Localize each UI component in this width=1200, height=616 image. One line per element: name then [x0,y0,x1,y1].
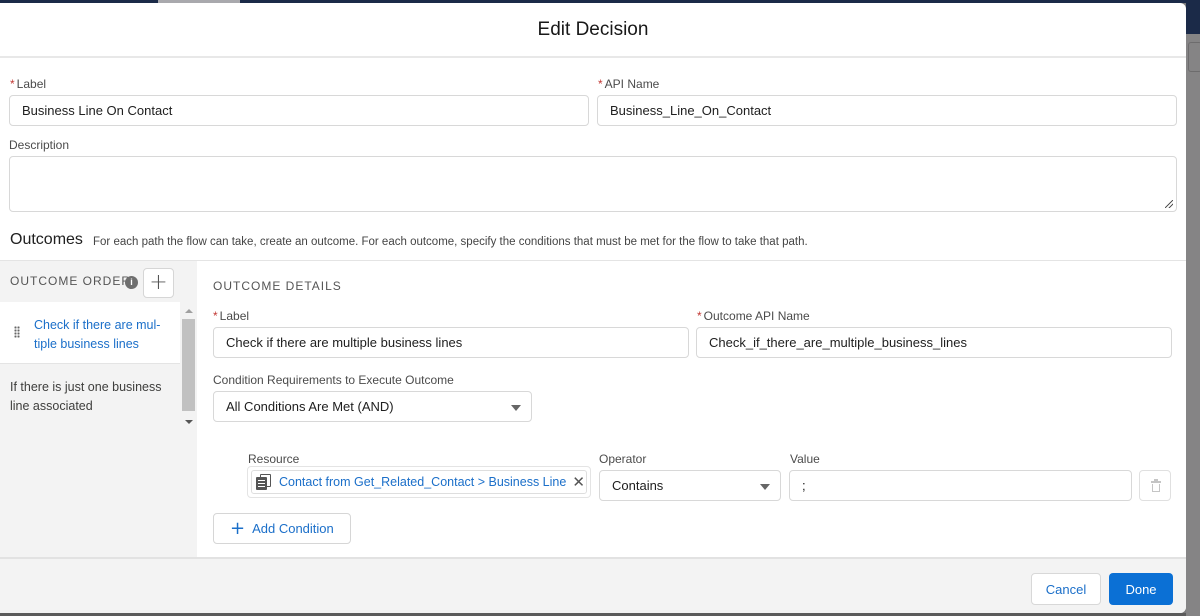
outcome-label-field-label: * Label [213,309,249,323]
outcome-label-text: Label [219,309,250,323]
outcome-order-sidebar: OUTCOME ORDER i + Check if there are mul… [0,261,197,558]
chevron-down-icon [760,483,770,490]
outcomes-panel: OUTCOME ORDER i + Check if there are mul… [0,260,1186,558]
description-textarea[interactable] [9,156,1177,212]
cancel-button[interactable]: Cancel [1031,573,1101,605]
condition-requirements-label: Condition Requirements to Execute Outcom… [213,373,454,387]
add-outcome-button[interactable]: + [143,268,174,298]
scroll-thumb[interactable] [182,319,195,411]
drag-handle-icon[interactable] [14,326,20,338]
label-field-label: * Label [10,77,46,91]
required-marker: * [10,77,15,91]
required-marker: * [213,309,218,323]
backdrop-header [1186,0,1200,34]
required-marker: * [697,309,702,323]
operator-select[interactable]: Contains [599,470,781,501]
outcome-api-name-text: Outcome API Name [703,309,810,323]
condition-requirements-value: All Conditions Are Met (AND) [226,399,394,414]
value-input[interactable]: ; [789,470,1132,501]
outcome-label-input[interactable]: Check if there are multiple business lin… [213,327,689,358]
modal-backdrop [1186,0,1200,616]
outcome-api-name-field-label: * Outcome API Name [697,309,810,323]
chevron-down-icon [511,404,521,411]
add-condition-label: Add Condition [252,521,334,536]
modal-header: Edit Decision [0,3,1186,58]
condition-requirements-select[interactable]: All Conditions Are Met (AND) [213,391,532,422]
edit-decision-modal: Edit Decision * Label Business Line On Co… [0,3,1186,613]
description-label: Description [9,138,70,152]
scroll-down-icon[interactable] [185,420,193,424]
resource-pill[interactable]: Contact from Get_Related_Contact > Busin… [251,470,587,494]
label-input[interactable]: Business Line On Contact [9,95,589,126]
modal-footer: Cancel Done [0,557,1186,613]
scroll-up-icon[interactable] [185,309,193,313]
outcome-list-scrollbar[interactable] [181,302,196,427]
api-name-input[interactable]: Business_Line_On_Contact [597,95,1177,126]
outcome-item-label[interactable]: Check if there are mul-tiple business li… [34,316,174,354]
done-button[interactable]: Done [1109,573,1173,605]
delete-condition-button[interactable] [1139,470,1171,501]
operator-label: Operator [599,452,647,466]
resource-combobox[interactable]: Contact from Get_Related_Contact > Busin… [247,466,591,498]
outcome-list: Check if there are mul-tiple business li… [0,302,180,452]
resource-label: Resource [248,452,300,466]
outcomes-description: For each path the flow can take, create … [93,236,808,248]
outcome-api-name-input[interactable]: Check_if_there_are_multiple_business_lin… [696,327,1172,358]
value-label: Value [790,452,820,466]
record-icon [256,474,271,490]
outcome-item[interactable]: If there is just one business line assoc… [10,378,175,416]
resize-handle-icon[interactable] [1165,200,1173,208]
label-text: Label [16,77,47,91]
required-marker: * [598,77,603,91]
trash-icon [1151,479,1161,492]
outcome-details-panel: OUTCOME DETAILS * Label Check if there ar… [197,261,1186,558]
info-icon[interactable]: i [125,276,138,289]
api-name-field-label: * API Name [598,77,659,91]
plus-icon: + [230,517,246,539]
backdrop-button [1188,42,1200,72]
resource-value: Contact from Get_Related_Contact > Busin… [279,475,567,489]
api-name-text: API Name [604,77,660,91]
add-condition-button[interactable]: + Add Condition [213,513,351,544]
operator-value: Contains [612,478,664,493]
plus-icon: + [149,270,168,295]
close-icon[interactable]: ✕ [572,474,585,490]
outcome-item-active[interactable]: Check if there are mul-tiple business li… [0,302,180,364]
outcome-details-heading: OUTCOME DETAILS [213,279,342,293]
modal-title: Edit Decision [537,18,649,40]
outcomes-heading: Outcomes [10,231,83,248]
outcome-order-heading: OUTCOME ORDER [10,274,131,288]
